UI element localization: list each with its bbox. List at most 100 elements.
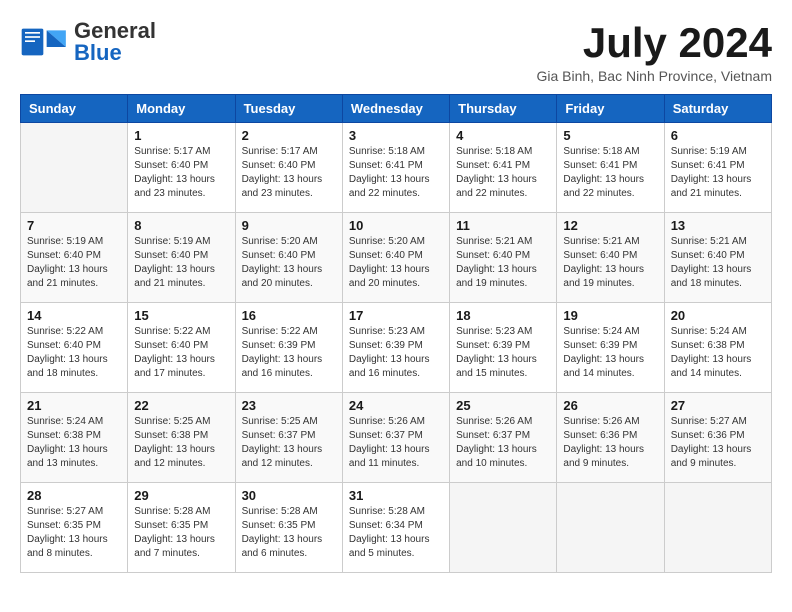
logo: General Blue	[20, 20, 156, 64]
day-number: 25	[456, 398, 550, 413]
day-info: Sunrise: 5:19 AM Sunset: 6:40 PM Dayligh…	[27, 235, 121, 291]
day-info: Sunrise: 5:28 AM Sunset: 6:35 PM Dayligh…	[134, 505, 228, 561]
day-number: 21	[27, 398, 121, 413]
day-info: Sunrise: 5:24 AM Sunset: 6:38 PM Dayligh…	[671, 325, 765, 381]
table-row: 2 Sunrise: 5:17 AM Sunset: 6:40 PM Daylig…	[235, 123, 342, 213]
table-row: 5 Sunrise: 5:18 AM Sunset: 6:41 PM Daylig…	[557, 123, 664, 213]
calendar-week-3: 14 Sunrise: 5:22 AM Sunset: 6:40 PM Dayli…	[21, 303, 772, 393]
table-row: 17 Sunrise: 5:23 AM Sunset: 6:39 PM Dayli…	[342, 303, 449, 393]
day-info: Sunrise: 5:24 AM Sunset: 6:38 PM Dayligh…	[27, 415, 121, 471]
day-info: Sunrise: 5:27 AM Sunset: 6:35 PM Dayligh…	[27, 505, 121, 561]
table-row: 8 Sunrise: 5:19 AM Sunset: 6:40 PM Daylig…	[128, 213, 235, 303]
col-wednesday: Wednesday	[342, 95, 449, 123]
table-row: 21 Sunrise: 5:24 AM Sunset: 6:38 PM Dayli…	[21, 393, 128, 483]
day-info: Sunrise: 5:25 AM Sunset: 6:37 PM Dayligh…	[242, 415, 336, 471]
day-info: Sunrise: 5:22 AM Sunset: 6:39 PM Dayligh…	[242, 325, 336, 381]
day-number: 11	[456, 218, 550, 233]
location-title: Gia Binh, Bac Ninh Province, Vietnam	[536, 68, 772, 84]
day-info: Sunrise: 5:18 AM Sunset: 6:41 PM Dayligh…	[456, 145, 550, 201]
table-row: 30 Sunrise: 5:28 AM Sunset: 6:35 PM Dayli…	[235, 483, 342, 573]
table-row	[664, 483, 771, 573]
day-info: Sunrise: 5:22 AM Sunset: 6:40 PM Dayligh…	[27, 325, 121, 381]
day-info: Sunrise: 5:23 AM Sunset: 6:39 PM Dayligh…	[349, 325, 443, 381]
calendar-week-2: 7 Sunrise: 5:19 AM Sunset: 6:40 PM Daylig…	[21, 213, 772, 303]
col-sunday: Sunday	[21, 95, 128, 123]
day-info: Sunrise: 5:24 AM Sunset: 6:39 PM Dayligh…	[563, 325, 657, 381]
day-number: 17	[349, 308, 443, 323]
day-number: 7	[27, 218, 121, 233]
col-tuesday: Tuesday	[235, 95, 342, 123]
table-row: 23 Sunrise: 5:25 AM Sunset: 6:37 PM Dayli…	[235, 393, 342, 483]
day-number: 30	[242, 488, 336, 503]
day-number: 19	[563, 308, 657, 323]
table-row: 24 Sunrise: 5:26 AM Sunset: 6:37 PM Dayli…	[342, 393, 449, 483]
table-row: 4Sunrise: 5:18 AM Sunset: 6:41 PM Daylig…	[450, 123, 557, 213]
day-info: Sunrise: 5:17 AM Sunset: 6:40 PM Dayligh…	[242, 145, 336, 201]
table-row: 28Sunrise: 5:27 AM Sunset: 6:35 PM Dayli…	[21, 483, 128, 573]
table-row: 14 Sunrise: 5:22 AM Sunset: 6:40 PM Dayli…	[21, 303, 128, 393]
day-info: Sunrise: 5:18 AM Sunset: 6:41 PM Dayligh…	[563, 145, 657, 201]
day-number: 1	[134, 128, 228, 143]
day-info: Sunrise: 5:20 AM Sunset: 6:40 PM Dayligh…	[349, 235, 443, 291]
day-number: 20	[671, 308, 765, 323]
day-number: 2	[242, 128, 336, 143]
table-row	[557, 483, 664, 573]
day-number: 15	[134, 308, 228, 323]
day-info: Sunrise: 5:23 AM Sunset: 6:39 PM Dayligh…	[456, 325, 550, 381]
day-number: 6	[671, 128, 765, 143]
day-number: 10	[349, 218, 443, 233]
day-number: 24	[349, 398, 443, 413]
day-number: 29	[134, 488, 228, 503]
table-row: 13 Sunrise: 5:21 AM Sunset: 6:40 PM Dayli…	[664, 213, 771, 303]
day-info: Sunrise: 5:19 AM Sunset: 6:40 PM Dayligh…	[134, 235, 228, 291]
day-number: 31	[349, 488, 443, 503]
day-number: 12	[563, 218, 657, 233]
day-info: Sunrise: 5:26 AM Sunset: 6:36 PM Dayligh…	[563, 415, 657, 471]
table-row: 7 Sunrise: 5:19 AM Sunset: 6:40 PM Daylig…	[21, 213, 128, 303]
day-number: 5	[563, 128, 657, 143]
day-info: Sunrise: 5:21 AM Sunset: 6:40 PM Dayligh…	[671, 235, 765, 291]
table-row: 22Sunrise: 5:25 AM Sunset: 6:38 PM Dayli…	[128, 393, 235, 483]
day-number: 23	[242, 398, 336, 413]
day-number: 9	[242, 218, 336, 233]
day-info: Sunrise: 5:27 AM Sunset: 6:36 PM Dayligh…	[671, 415, 765, 471]
table-row: 10 Sunrise: 5:20 AM Sunset: 6:40 PM Dayli…	[342, 213, 449, 303]
table-row: 31 Sunrise: 5:28 AM Sunset: 6:34 PM Dayli…	[342, 483, 449, 573]
col-saturday: Saturday	[664, 95, 771, 123]
day-info: Sunrise: 5:22 AM Sunset: 6:40 PM Dayligh…	[134, 325, 228, 381]
table-row: 20 Sunrise: 5:24 AM Sunset: 6:38 PM Dayli…	[664, 303, 771, 393]
table-row: 15 Sunrise: 5:22 AM Sunset: 6:40 PM Dayli…	[128, 303, 235, 393]
day-info: Sunrise: 5:21 AM Sunset: 6:40 PM Dayligh…	[456, 235, 550, 291]
day-info: Sunrise: 5:25 AM Sunset: 6:38 PM Dayligh…	[134, 415, 228, 471]
day-number: 27	[671, 398, 765, 413]
table-row: 6 Sunrise: 5:19 AM Sunset: 6:41 PM Daylig…	[664, 123, 771, 213]
logo-blue: Blue	[74, 40, 122, 65]
calendar-week-4: 21 Sunrise: 5:24 AM Sunset: 6:38 PM Dayli…	[21, 393, 772, 483]
day-info: Sunrise: 5:21 AM Sunset: 6:40 PM Dayligh…	[563, 235, 657, 291]
day-number: 26	[563, 398, 657, 413]
day-info: Sunrise: 5:19 AM Sunset: 6:41 PM Dayligh…	[671, 145, 765, 201]
day-info: Sunrise: 5:28 AM Sunset: 6:34 PM Dayligh…	[349, 505, 443, 561]
day-number: 16	[242, 308, 336, 323]
day-number: 14	[27, 308, 121, 323]
day-info: Sunrise: 5:28 AM Sunset: 6:35 PM Dayligh…	[242, 505, 336, 561]
table-row: 19 Sunrise: 5:24 AM Sunset: 6:39 PM Dayli…	[557, 303, 664, 393]
table-row: 27 Sunrise: 5:27 AM Sunset: 6:36 PM Dayli…	[664, 393, 771, 483]
day-number: 13	[671, 218, 765, 233]
table-row: 1 Sunrise: 5:17 AM Sunset: 6:40 PM Daylig…	[128, 123, 235, 213]
table-row: 25Sunrise: 5:26 AM Sunset: 6:37 PM Dayli…	[450, 393, 557, 483]
title-section: July 2024 Gia Binh, Bac Ninh Province, V…	[536, 20, 772, 84]
day-info: Sunrise: 5:20 AM Sunset: 6:40 PM Dayligh…	[242, 235, 336, 291]
col-monday: Monday	[128, 95, 235, 123]
table-row: 9 Sunrise: 5:20 AM Sunset: 6:40 PM Daylig…	[235, 213, 342, 303]
calendar-week-5: 28Sunrise: 5:27 AM Sunset: 6:35 PM Dayli…	[21, 483, 772, 573]
day-info: Sunrise: 5:26 AM Sunset: 6:37 PM Dayligh…	[349, 415, 443, 471]
col-thursday: Thursday	[450, 95, 557, 123]
table-row	[21, 123, 128, 213]
table-row: 18Sunrise: 5:23 AM Sunset: 6:39 PM Dayli…	[450, 303, 557, 393]
day-number: 8	[134, 218, 228, 233]
calendar-week-1: 1 Sunrise: 5:17 AM Sunset: 6:40 PM Daylig…	[21, 123, 772, 213]
day-info: Sunrise: 5:17 AM Sunset: 6:40 PM Dayligh…	[134, 145, 228, 201]
day-info: Sunrise: 5:18 AM Sunset: 6:41 PM Dayligh…	[349, 145, 443, 201]
calendar-table: Sunday Monday Tuesday Wednesday Thursday…	[20, 94, 772, 573]
